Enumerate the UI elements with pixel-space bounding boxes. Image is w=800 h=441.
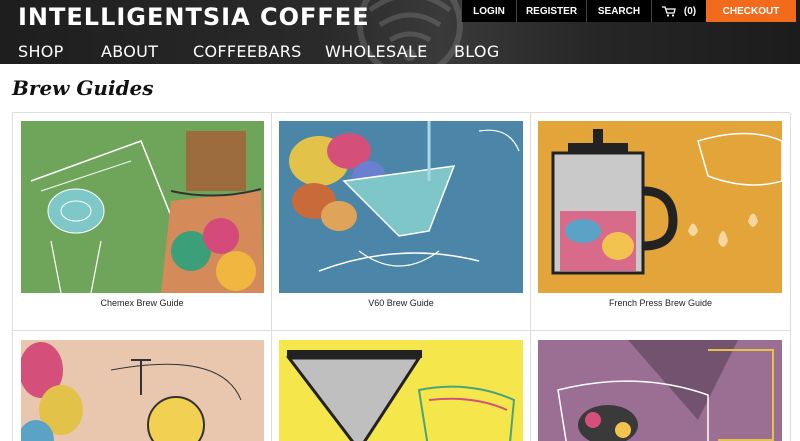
guide-card-chemex[interactable]: Chemex Brew Guide [13, 113, 272, 331]
guide-card-6[interactable] [531, 331, 791, 441]
guide-card-french-press[interactable]: French Press Brew Guide [531, 113, 791, 331]
search-link[interactable]: SEARCH [586, 0, 651, 22]
account-bar: LOGIN REGISTER SEARCH (0) CHECKOUT [461, 0, 796, 22]
page-title: Brew Guides [12, 76, 154, 100]
nav-about[interactable]: ABOUT [101, 42, 158, 61]
pourover-illustration[interactable] [538, 340, 782, 441]
guide-card-4[interactable] [13, 331, 272, 441]
guide-card-v60[interactable]: V60 Brew Guide [272, 113, 531, 331]
register-link[interactable]: REGISTER [516, 0, 586, 22]
cart-link[interactable]: (0) [651, 0, 706, 22]
cart-count: (0) [683, 5, 697, 17]
chemex-illustration[interactable] [21, 121, 264, 293]
nav-coffeebars[interactable]: COFFEEBARS [193, 42, 302, 61]
site-logo[interactable]: INTELLIGENTSIA COFFEE [18, 3, 370, 31]
french-press-illustration[interactable] [538, 121, 782, 293]
guide-label[interactable]: French Press Brew Guide [531, 298, 790, 308]
nav-blog[interactable]: BLOG [454, 42, 500, 61]
guide-label[interactable]: V60 Brew Guide [272, 298, 530, 308]
nav-wholesale[interactable]: WHOLESALE [325, 42, 428, 61]
siphon-illustration[interactable] [21, 340, 264, 441]
login-link[interactable]: LOGIN [461, 0, 516, 22]
cone-illustration[interactable] [279, 340, 523, 441]
guide-label[interactable]: Chemex Brew Guide [13, 298, 271, 308]
v60-illustration[interactable] [279, 121, 523, 293]
checkout-button[interactable]: CHECKOUT [706, 0, 796, 22]
nav-shop[interactable]: SHOP [18, 42, 64, 61]
brew-guides-grid: Chemex Brew Guide V60 Brew Guide French … [12, 112, 791, 441]
guide-card-5[interactable] [272, 331, 531, 441]
cart-icon [661, 5, 676, 17]
site-header: INTELLIGENTSIA COFFEE SHOP ABOUT COFFEEB… [0, 0, 800, 64]
